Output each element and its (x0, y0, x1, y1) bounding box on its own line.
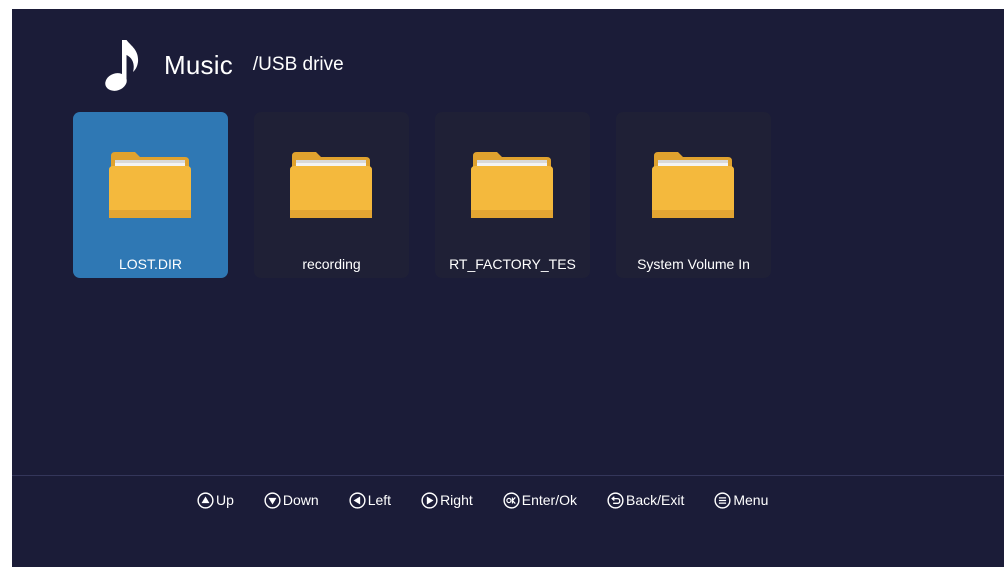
up-arrow-icon (197, 491, 214, 509)
folder-tile-lost-dir[interactable]: LOST.DIR (73, 112, 228, 278)
hint-back-exit: Back/Exit (607, 491, 685, 509)
hint-menu: Menu (714, 491, 769, 509)
ok-icon (503, 491, 520, 509)
folder-name: RT_FACTORY_TES (449, 256, 576, 272)
menu-icon (714, 491, 731, 509)
hint-down: Down (264, 491, 319, 509)
hint-up: Up (197, 491, 234, 509)
page-title: Music (164, 49, 233, 80)
folder-tile-rt-factory-tes[interactable]: RT_FACTORY_TES (435, 112, 590, 278)
key-hint-bar: Up Down Left Right Enter/Ok Back/Exit Me… (197, 489, 798, 511)
folder-grid: LOST.DIR recording RT_FACTORY_TES System… (73, 112, 771, 278)
back-icon (607, 491, 624, 509)
folder-tile-recording[interactable]: recording (254, 112, 409, 278)
hint-enter-ok: Enter/Ok (503, 491, 577, 509)
hint-label: Menu (733, 492, 769, 508)
folder-name: recording (302, 256, 361, 272)
folder-icon (652, 152, 734, 218)
folder-icon (109, 152, 191, 218)
folder-name: LOST.DIR (118, 256, 182, 272)
hint-label: Back/Exit (626, 492, 685, 508)
hint-label: Enter/Ok (521, 492, 577, 508)
folder-icon (290, 152, 372, 218)
tv-screen: Music /USB drive LOST.DIR recording RT_F… (12, 9, 1004, 567)
hint-left: Left (349, 491, 392, 509)
folder-name: System Volume In (637, 256, 750, 272)
down-arrow-icon (264, 491, 281, 509)
folder-tile-system-volume[interactable]: System Volume In (616, 112, 771, 278)
music-note-icon (105, 40, 139, 91)
hint-label: Right (440, 492, 473, 508)
divider (12, 475, 1004, 476)
hint-label: Left (367, 492, 392, 508)
hint-label: Up (216, 492, 234, 508)
breadcrumb-path: /USB drive (252, 54, 344, 75)
right-arrow-icon (421, 491, 438, 509)
hint-right: Right (421, 491, 473, 509)
folder-icon (471, 152, 553, 218)
header: Music /USB drive (102, 37, 344, 93)
left-arrow-icon (349, 491, 366, 509)
hint-label: Down (282, 492, 319, 508)
